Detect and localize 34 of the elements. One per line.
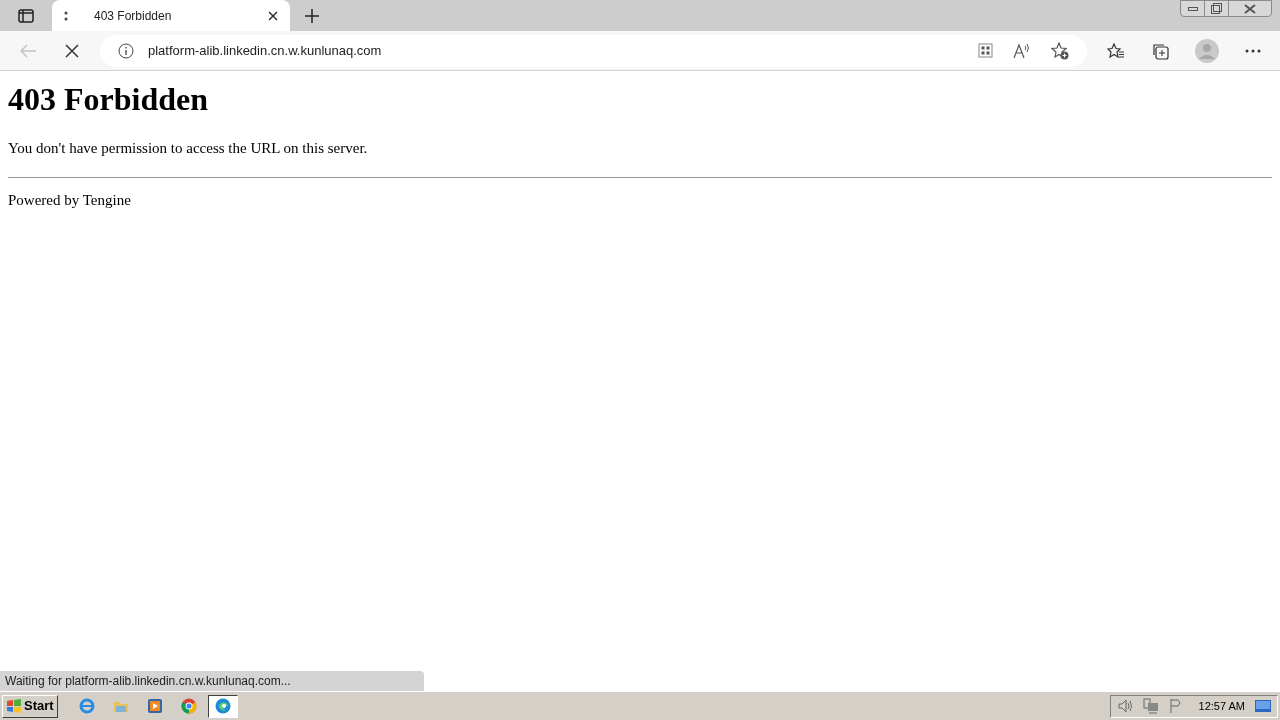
taskbar-app-button[interactable] bbox=[207, 694, 238, 718]
stop-loading-icon[interactable] bbox=[65, 43, 79, 58]
restore-icon bbox=[1211, 3, 1222, 14]
tab-title: 403 Forbidden bbox=[94, 7, 172, 25]
page-heading: 403 Forbidden bbox=[8, 80, 210, 118]
close-icon bbox=[1244, 3, 1256, 14]
edge-browser-icon bbox=[214, 698, 231, 714]
error-message: You don't have permission to access the URL on this server. bbox=[8, 139, 369, 158]
close-tab-icon[interactable] bbox=[268, 10, 278, 21]
chrome-icon bbox=[180, 698, 197, 714]
browser-e-icon bbox=[78, 698, 95, 714]
show-desktop-icon[interactable] bbox=[1255, 699, 1271, 713]
url-text: platform-alib.linkedin.cn.w.kunlunaq.com bbox=[148, 41, 382, 60]
minimize-icon bbox=[1187, 6, 1198, 11]
add-favorite-icon[interactable] bbox=[1051, 41, 1069, 60]
windows-logo-icon bbox=[6, 699, 22, 713]
loading-icon bbox=[64, 10, 68, 21]
app-grid-icon[interactable] bbox=[978, 43, 993, 58]
info-icon[interactable] bbox=[118, 42, 134, 59]
volume-icon[interactable] bbox=[1116, 699, 1133, 713]
server-footer: Powered by Tengine bbox=[8, 188, 1272, 211]
favorites-icon[interactable] bbox=[1107, 42, 1125, 59]
new-tab-icon[interactable] bbox=[305, 8, 319, 23]
address-bar[interactable]: platform-alib.linkedin.cn.w.kunlunaq.com bbox=[100, 34, 1087, 67]
flag-icon[interactable] bbox=[1168, 698, 1183, 714]
start-button[interactable]: Start bbox=[2, 694, 58, 718]
read-aloud-icon[interactable] bbox=[1013, 42, 1031, 59]
collections-icon[interactable] bbox=[1151, 41, 1169, 60]
clock: 12:57 AM bbox=[1198, 698, 1245, 714]
tab-actions-icon[interactable] bbox=[18, 8, 34, 23]
status-bar: Waiting for platform-alib.linkedin.cn.w.kunlunaq.com... bbox=[0, 671, 424, 691]
media-player-icon bbox=[146, 698, 163, 714]
more-menu-icon[interactable] bbox=[1245, 48, 1261, 53]
browser-tab[interactable]: 403 Forbidden bbox=[52, 0, 290, 31]
